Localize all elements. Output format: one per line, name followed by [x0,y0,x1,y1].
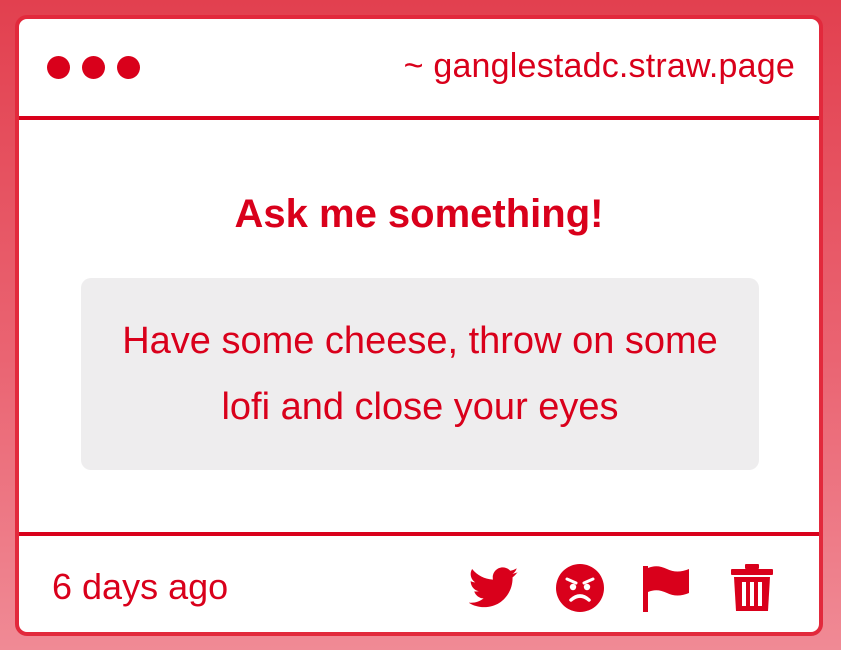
window-controls [47,56,140,79]
page-title: Ask me something! [234,192,604,236]
timestamp: 6 days ago [52,566,229,607]
trash-icon[interactable] [725,561,779,615]
angry-face-icon[interactable] [553,561,607,615]
page-url: ~ ganglestadc.straw.page [403,47,795,85]
answer-text: Have some cheese, throw on some lofi and… [122,320,718,428]
window-dot-3[interactable] [117,56,140,79]
main-content: Ask me something! Have some cheese, thro… [19,120,819,530]
flag-icon[interactable] [639,561,693,615]
action-bar [467,561,779,615]
footer: 6 days ago [19,532,819,632]
window: ~ ganglestadc.straw.page Ask me somethin… [15,15,823,636]
title-bar: ~ ganglestadc.straw.page [19,19,819,120]
answer-box: Have some cheese, throw on some lofi and… [81,278,759,470]
window-dot-1[interactable] [47,56,70,79]
twitter-icon[interactable] [467,561,521,615]
window-dot-2[interactable] [82,56,105,79]
